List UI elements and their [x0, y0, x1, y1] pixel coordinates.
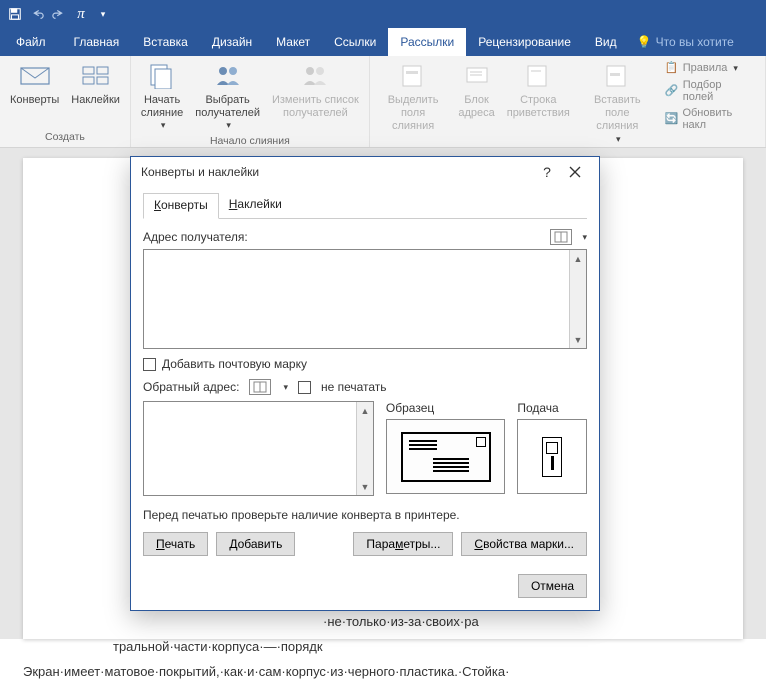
add-button[interactable]: Добавить [216, 532, 295, 556]
highlight-fields-button: Выделить поля слияния [374, 58, 453, 147]
rules-button: 📋Правила ▾ [663, 60, 757, 76]
return-address-input[interactable] [144, 402, 356, 495]
insert-field-button: Вставить поле слияния ▾ [576, 58, 659, 147]
tab-layout[interactable]: Макет [264, 28, 322, 56]
update-labels-button: 🔄Обновить накл [663, 106, 757, 132]
help-button[interactable]: ? [533, 158, 561, 186]
address-book-icon [253, 381, 267, 393]
envelopes-button[interactable]: Конверты [4, 58, 65, 129]
cancel-button[interactable]: Отмена [518, 574, 587, 598]
start-merge-button[interactable]: Начать слияние ▾ [135, 58, 189, 133]
recipient-address-label: Адрес получателя: [143, 230, 542, 244]
close-icon [569, 166, 581, 178]
feed-icon [542, 437, 562, 477]
return-address-label: Обратный адрес: [143, 380, 239, 394]
tab-references[interactable]: Ссылки [322, 28, 388, 56]
chevron-down-icon[interactable]: ▾ [582, 232, 587, 243]
recipient-address-box: ▲ ▼ [143, 249, 587, 349]
save-icon[interactable] [4, 3, 26, 25]
scroll-down-icon[interactable]: ▼ [570, 331, 586, 348]
edit-recipients-button: Изменить список получателей [266, 58, 365, 133]
address-block-button: Блок адреса [452, 58, 500, 147]
omit-return-checkbox[interactable] [298, 381, 311, 394]
update-icon: 🔄 [665, 112, 679, 126]
greeting-line-button: Строка приветствия [501, 58, 576, 147]
edit-list-icon [299, 60, 331, 92]
rules-icon: 📋 [665, 61, 679, 75]
highlight-icon [397, 60, 429, 92]
sample-label: Образец [386, 401, 505, 415]
match-icon: 🔗 [665, 84, 679, 98]
feed-label: Подача [517, 401, 587, 415]
address-book-button[interactable] [550, 229, 572, 245]
tab-home[interactable]: Главная [62, 28, 132, 56]
start-merge-icon [146, 60, 178, 92]
tab-envelopes-dialog[interactable]: Конверты [143, 193, 219, 219]
envelope-preview-icon [401, 432, 491, 482]
chevron-down-icon: ▾ [226, 120, 231, 131]
quick-access-toolbar: π ▾ [0, 0, 766, 28]
customize-qat-icon[interactable]: ▾ [92, 3, 114, 25]
add-postage-checkbox[interactable] [143, 358, 156, 371]
scrollbar[interactable]: ▲ ▼ [569, 250, 586, 348]
tab-design[interactable]: Дизайн [200, 28, 264, 56]
doc-text: ·не·только·из-за·своих·ра [323, 610, 703, 635]
chevron-down-icon[interactable]: ▾ [283, 382, 288, 393]
printer-note: Перед печатью проверьте наличие конверта… [143, 508, 587, 522]
equation-icon[interactable]: π [70, 3, 92, 25]
close-button[interactable] [561, 158, 589, 186]
tab-labels-dialog[interactable]: Наклейки [219, 193, 292, 218]
tab-view[interactable]: Вид [583, 28, 629, 56]
address-block-icon [461, 60, 493, 92]
tab-insert[interactable]: Вставка [131, 28, 200, 56]
recipients-icon [212, 60, 244, 92]
options-button[interactable]: Параметры... [353, 532, 453, 556]
envelope-preview-button[interactable] [386, 419, 505, 494]
lightbulb-icon: 💡 [637, 35, 652, 49]
tell-me-search[interactable]: 💡 Что вы хотите [629, 28, 742, 56]
ribbon: Конверты Наклейки Создать Начать слияние… [0, 56, 766, 148]
envelopes-labels-dialog: Конверты и наклейки ? Конверты Наклейки … [130, 156, 600, 611]
select-recipients-button[interactable]: Выбрать получателей ▾ [189, 58, 266, 133]
scroll-up-icon[interactable]: ▲ [357, 402, 373, 419]
chevron-down-icon: ▾ [161, 120, 166, 131]
dialog-title: Конверты и наклейки [141, 165, 259, 179]
redo-icon[interactable] [48, 3, 70, 25]
scroll-up-icon[interactable]: ▲ [570, 250, 586, 267]
return-address-box: ▲ ▼ [143, 401, 374, 496]
undo-icon[interactable] [26, 3, 48, 25]
ribbon-tabs: Файл Главная Вставка Дизайн Макет Ссылки… [0, 28, 766, 56]
return-address-book-button[interactable] [249, 379, 271, 395]
address-book-icon [554, 231, 568, 243]
print-button[interactable]: Печать [143, 532, 208, 556]
labels-icon [80, 60, 112, 92]
chevron-down-icon: ▾ [616, 134, 621, 145]
group-label-create: Создать [4, 129, 126, 147]
labels-button[interactable]: Наклейки [65, 58, 126, 129]
feed-preview-button[interactable] [517, 419, 587, 494]
tab-mailings[interactable]: Рассылки [388, 28, 466, 56]
stamp-properties-button[interactable]: Свойства марки... [461, 532, 587, 556]
match-fields-button: 🔗Подбор полей [663, 78, 757, 104]
insert-field-icon [601, 60, 633, 92]
envelope-icon [19, 60, 51, 92]
tab-file[interactable]: Файл [0, 28, 62, 56]
add-postage-label: Добавить почтовую марку [162, 357, 307, 371]
greeting-icon [522, 60, 554, 92]
scroll-down-icon[interactable]: ▼ [357, 478, 373, 495]
doc-text: Экран·имеет·матовое·покрытий,·как·и·сам·… [23, 660, 703, 684]
tab-review[interactable]: Рецензирование [466, 28, 583, 56]
recipient-address-input[interactable] [144, 250, 569, 348]
omit-return-label: не печатать [321, 380, 387, 394]
scrollbar[interactable]: ▲ ▼ [356, 402, 373, 495]
